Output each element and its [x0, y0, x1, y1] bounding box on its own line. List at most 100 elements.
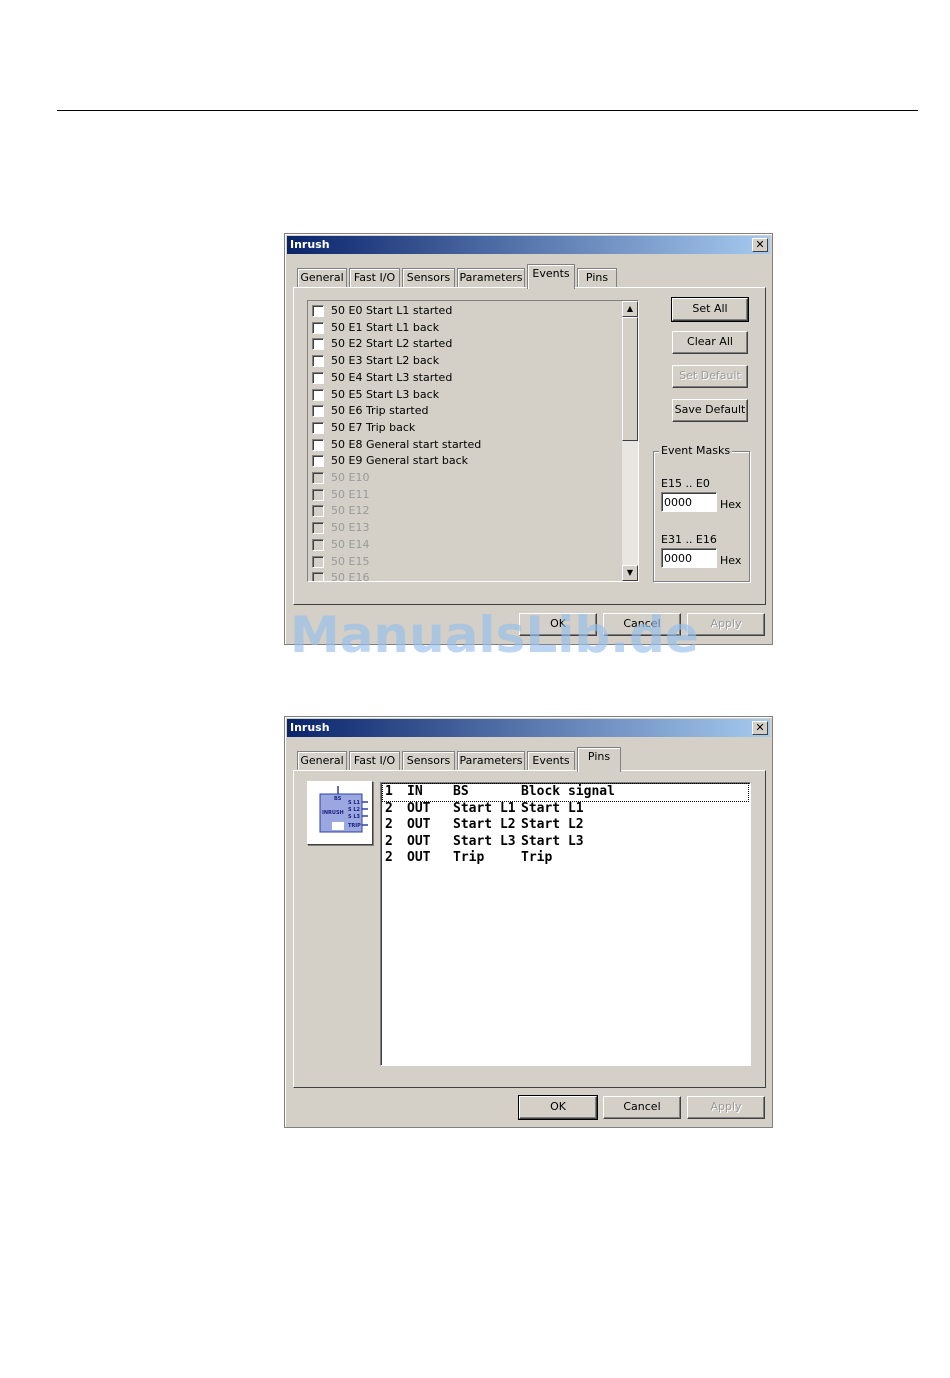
- pin-direction: OUT: [407, 850, 431, 866]
- mask-low-input[interactable]: [661, 492, 717, 512]
- pin-l1-label: S L1: [348, 800, 361, 806]
- event-checkbox[interactable]: [312, 505, 324, 518]
- pin-l2-label: S L2: [348, 807, 361, 813]
- tab-parameters[interactable]: Parameters: [457, 268, 525, 288]
- pin-row[interactable]: 2 OUT Start L2 Start L2: [383, 817, 748, 834]
- event-item[interactable]: 50 E15: [308, 554, 620, 570]
- pin-row[interactable]: 1 IN BS Block signal: [382, 783, 749, 802]
- tab-parameters[interactable]: Parameters: [457, 751, 525, 771]
- tab-fast-io[interactable]: Fast I/O: [349, 268, 400, 288]
- pin-number: 2: [385, 850, 393, 866]
- mask-low-label: E15 .. E0: [661, 477, 710, 490]
- save-default-button[interactable]: Save Default: [672, 399, 748, 422]
- event-checkbox[interactable]: [312, 455, 324, 468]
- event-label: 50 E16: [331, 571, 370, 582]
- event-item[interactable]: 50 E3 Start L2 back: [308, 353, 620, 369]
- event-label: 50 E10: [331, 471, 370, 484]
- scroll-down-button[interactable]: ▼: [622, 565, 638, 581]
- event-item[interactable]: 50 E14: [308, 537, 620, 553]
- event-checkbox[interactable]: [312, 572, 324, 581]
- event-checkbox[interactable]: [312, 538, 324, 551]
- tab-general[interactable]: General: [297, 268, 347, 288]
- event-item[interactable]: 50 E8 General start started: [308, 437, 620, 453]
- pin-direction: IN: [407, 784, 423, 799]
- pin-list[interactable]: 1 IN BS Block signal 2 OUT Start L1 Start L1 2 OU…: [380, 782, 751, 1066]
- event-label: 50 E13: [331, 521, 370, 535]
- mask-high-label: E31 .. E16: [661, 533, 717, 546]
- event-label: 50 E11: [331, 487, 370, 501]
- mask-high-input[interactable]: [661, 548, 717, 568]
- event-checkbox[interactable]: [312, 355, 324, 368]
- pin-direction: OUT: [407, 817, 431, 833]
- event-item[interactable]: 50 E12: [308, 503, 620, 519]
- pin-row[interactable]: 2 OUT Start L1 Start L1: [383, 801, 748, 818]
- event-item[interactable]: 50 E13: [308, 520, 620, 536]
- pin-description: Block signal: [521, 784, 615, 799]
- event-item[interactable]: 50 E11: [308, 487, 620, 503]
- event-label: 50 E9 General start back: [331, 454, 469, 468]
- pin-number: 2: [385, 833, 393, 849]
- event-checkbox[interactable]: [312, 438, 324, 451]
- page-header-rule: [57, 110, 918, 111]
- pin-bs-label: BS: [334, 796, 342, 802]
- tab-sensors[interactable]: Sensors: [402, 751, 455, 771]
- ok-button[interactable]: OK: [518, 1095, 598, 1120]
- event-label: 50 E6 Trip started: [331, 404, 429, 418]
- tab-sensors[interactable]: Sensors: [402, 268, 455, 288]
- cancel-button[interactable]: Cancel: [603, 1096, 681, 1119]
- event-checkbox[interactable]: [312, 472, 324, 484]
- event-checkbox[interactable]: [312, 388, 324, 401]
- event-checkbox[interactable]: [312, 371, 324, 384]
- close-button[interactable]: ✕: [752, 238, 768, 252]
- pin-number: 2: [385, 800, 393, 816]
- event-item[interactable]: 50 E2 Start L2 started: [308, 336, 620, 352]
- event-checkbox[interactable]: [312, 405, 324, 418]
- set-all-button[interactable]: Set All: [671, 297, 749, 322]
- event-masks-group: Event Masks E15 .. E0 Hex E31 .. E16 Hex: [653, 444, 750, 582]
- tab-events[interactable]: Events: [527, 751, 575, 771]
- event-checkbox[interactable]: [312, 488, 324, 501]
- event-checkbox[interactable]: [312, 555, 324, 568]
- set-default-button[interactable]: Set Default: [672, 365, 748, 388]
- event-list[interactable]: 50 E0 Start L1 started 50 E1 Start L1 bac…: [307, 300, 639, 582]
- inrush-dialog-pins: Inrush ✕ General Fast I/O Sensors Parame…: [284, 716, 773, 1128]
- event-checkbox[interactable]: [312, 338, 324, 351]
- pin-row[interactable]: 2 OUT Trip Trip: [383, 850, 748, 867]
- event-item[interactable]: 50 E7 Trip back: [308, 420, 620, 436]
- event-checkbox[interactable]: [312, 305, 324, 317]
- event-item[interactable]: 50 E6 Trip started: [308, 403, 620, 419]
- scroll-up-button[interactable]: ▲: [622, 301, 638, 317]
- dialog-title: Inrush: [290, 721, 330, 734]
- event-checkbox[interactable]: [312, 421, 324, 434]
- event-item[interactable]: 50 E4 Start L3 started: [308, 370, 620, 386]
- event-label: 50 E5 Start L3 back: [331, 387, 440, 401]
- event-item[interactable]: 50 E16: [308, 570, 620, 582]
- event-item[interactable]: 50 E1 Start L1 back: [308, 320, 620, 336]
- event-item[interactable]: 50 E0 Start L1 started: [308, 303, 620, 319]
- tab-pins[interactable]: Pins: [577, 268, 617, 288]
- clear-all-button[interactable]: Clear All: [672, 331, 748, 354]
- pin-row[interactable]: 2 OUT Start L3 Start L3: [383, 834, 748, 851]
- event-item[interactable]: 50 E5 Start L3 back: [308, 387, 620, 403]
- event-label: 50 E12: [331, 504, 370, 518]
- title-bar: Inrush ✕: [287, 236, 770, 254]
- event-checkbox[interactable]: [312, 321, 324, 334]
- tab-pins[interactable]: Pins: [577, 747, 621, 772]
- tab-fast-io[interactable]: Fast I/O: [349, 751, 400, 771]
- scroll-thumb[interactable]: [622, 317, 638, 441]
- event-list-scrollbar[interactable]: ▲ ▼: [622, 301, 638, 581]
- tab-events[interactable]: Events: [527, 264, 575, 289]
- pin-name: Trip: [453, 850, 485, 866]
- close-icon: ✕: [755, 238, 765, 251]
- tab-general[interactable]: General: [297, 751, 347, 771]
- event-label: 50 E1 Start L1 back: [331, 320, 440, 334]
- apply-button[interactable]: Apply: [687, 1096, 765, 1119]
- pin-description: Trip: [521, 850, 553, 866]
- close-button[interactable]: ✕: [752, 721, 768, 735]
- block-name-label: INRUSH: [322, 810, 344, 816]
- event-item[interactable]: 50 E10: [308, 470, 620, 486]
- mask-high-unit: Hex: [720, 554, 742, 567]
- dialog-title: Inrush: [290, 238, 330, 251]
- event-item[interactable]: 50 E9 General start back: [308, 453, 620, 469]
- event-checkbox[interactable]: [312, 522, 324, 535]
